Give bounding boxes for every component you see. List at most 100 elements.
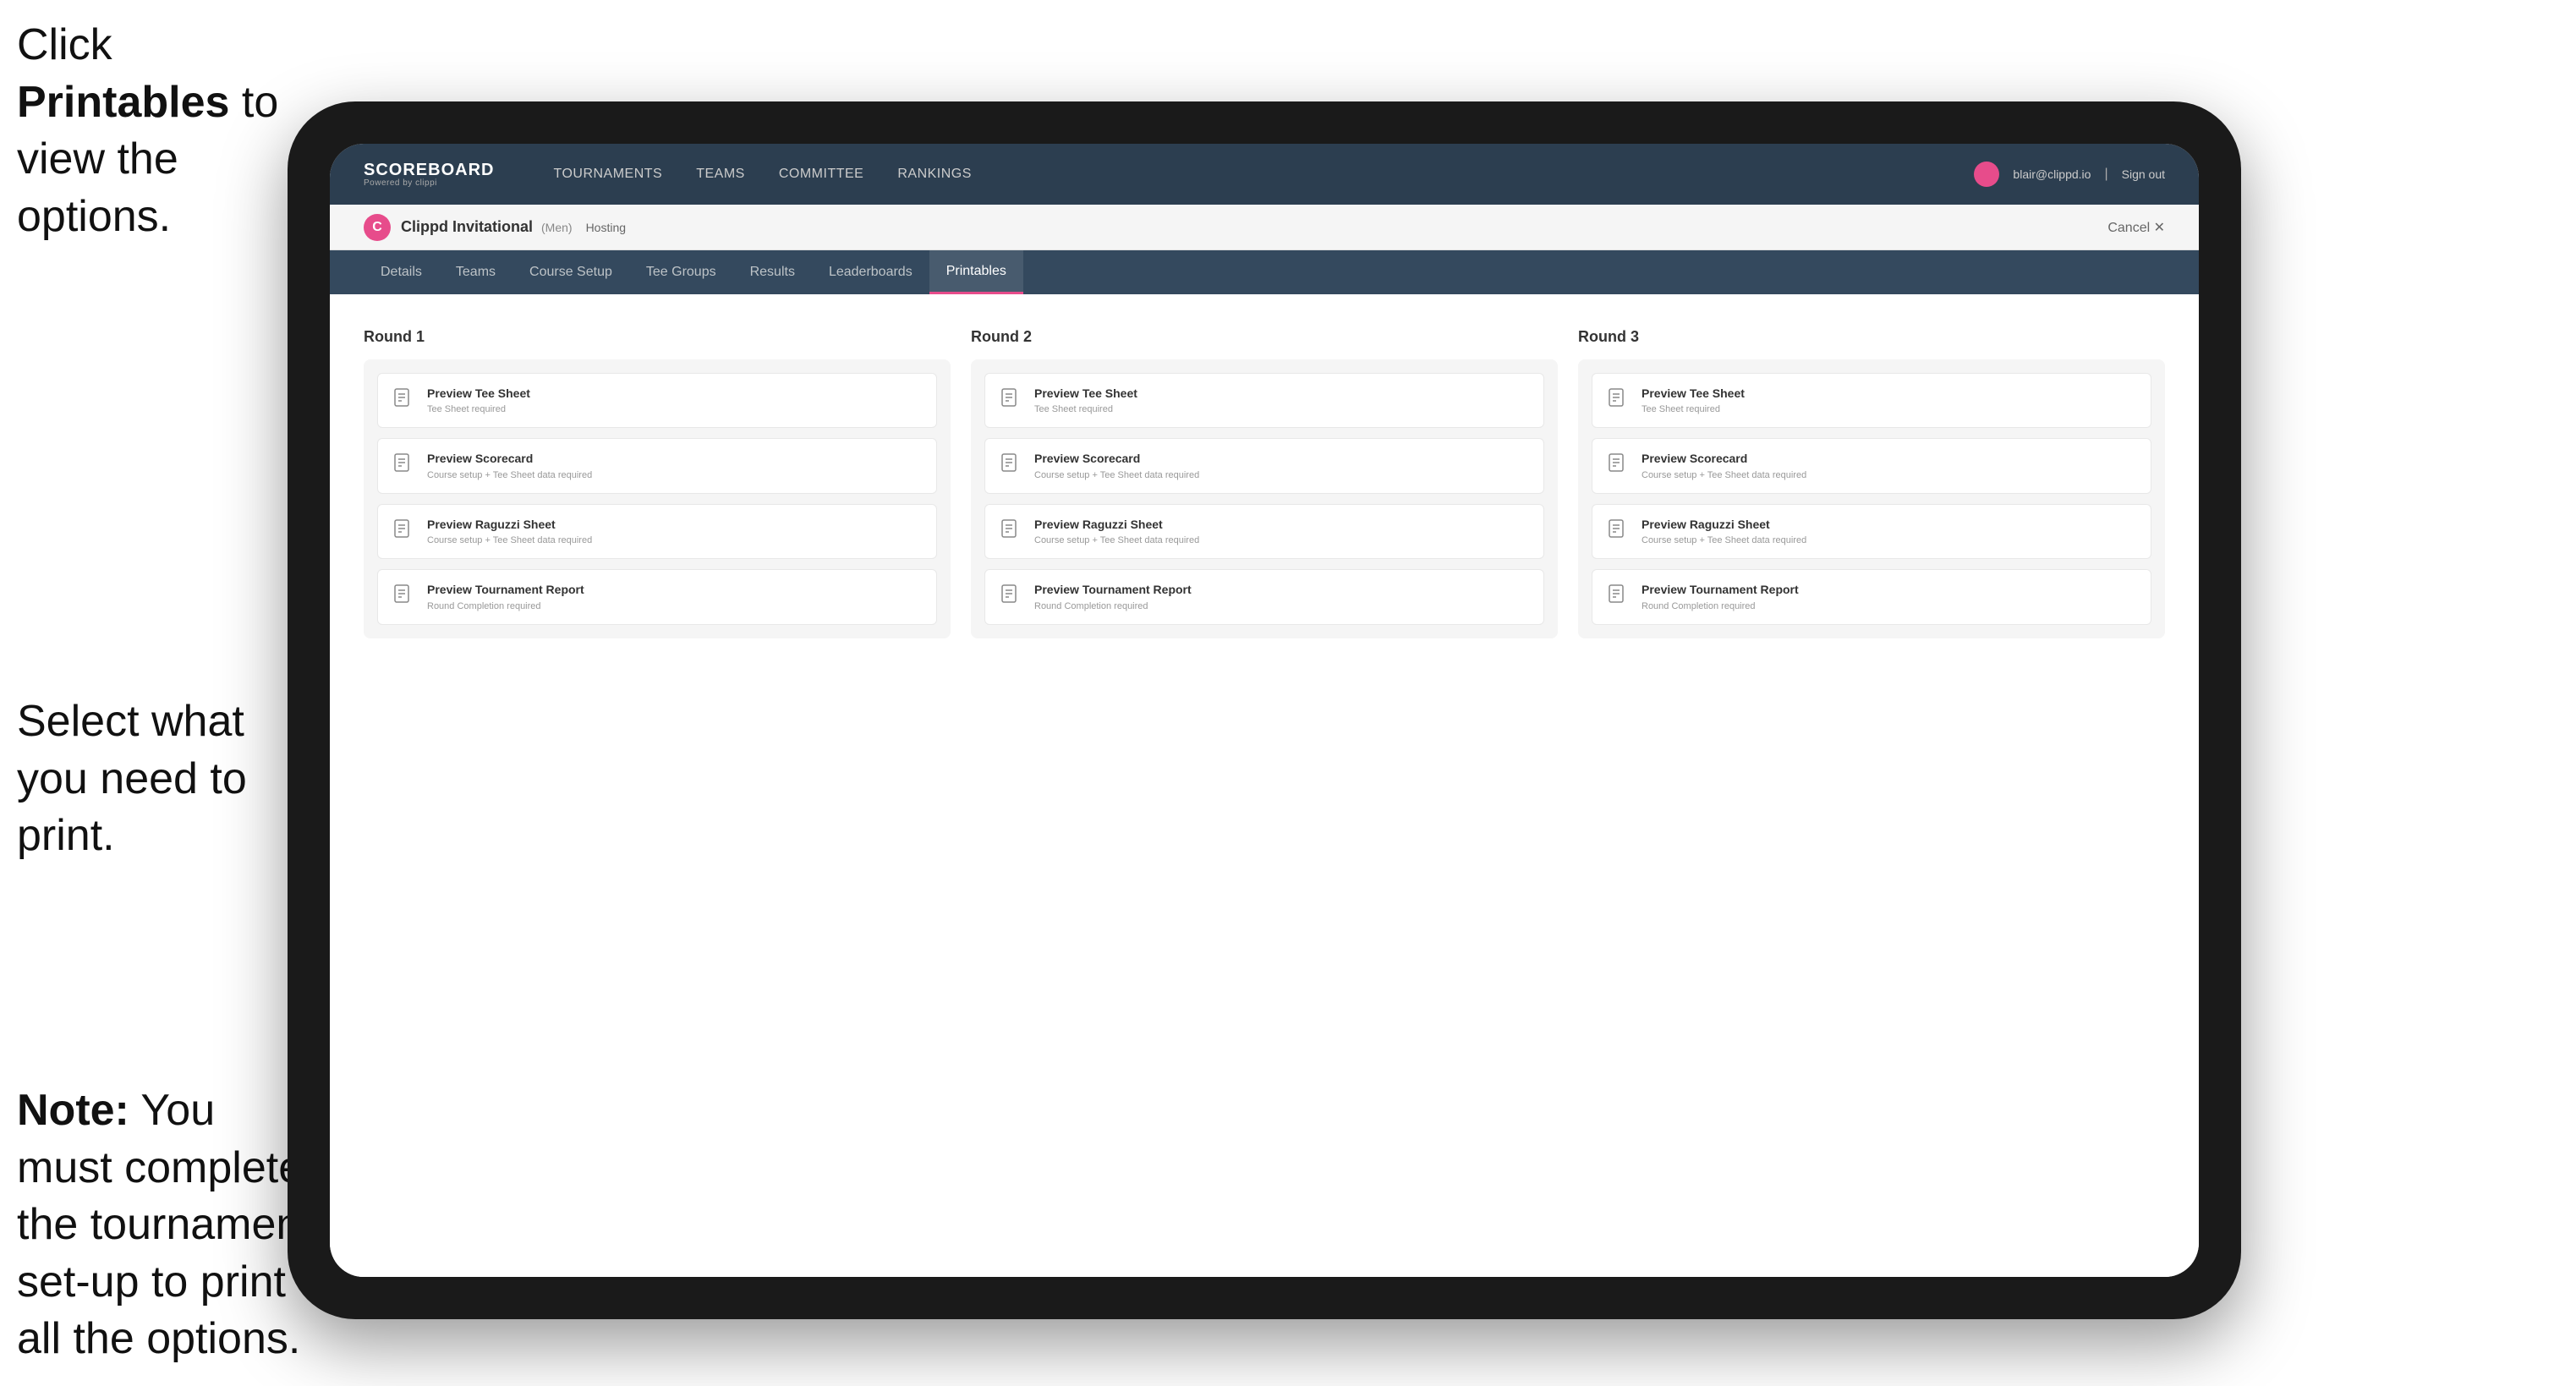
tee-sheet-icon-r1 <box>392 387 415 411</box>
round-1-title: Round 1 <box>364 328 951 346</box>
tournament-logo: C <box>364 214 391 241</box>
scorecard-content-r2: Preview Scorecard Course setup + Tee She… <box>1034 451 1530 480</box>
tournament-subtitle-r3: Round Completion required <box>1642 600 2137 612</box>
tournament-subtitle-r2: Round Completion required <box>1034 600 1530 612</box>
preview-tournament-r3[interactable]: Preview Tournament Report Round Completi… <box>1592 569 2151 624</box>
preview-tee-sheet-r3[interactable]: Preview Tee Sheet Tee Sheet required <box>1592 373 2151 428</box>
raguzzi-icon-r1 <box>392 518 415 542</box>
round-2-column: Round 2 <box>971 328 1558 638</box>
raguzzi-icon-r2 <box>999 518 1022 542</box>
scoreboard-logo: SCOREBOARD Powered by clippi <box>364 162 494 188</box>
preview-raguzzi-r3[interactable]: Preview Raguzzi Sheet Course setup + Tee… <box>1592 504 2151 559</box>
logo-sub: Powered by clippi <box>364 178 494 188</box>
tee-sheet-content-r2: Preview Tee Sheet Tee Sheet required <box>1034 386 1530 415</box>
scorecard-title-r3: Preview Scorecard <box>1642 451 2137 466</box>
user-avatar <box>1974 162 1999 187</box>
round-1-cards: Preview Tee Sheet Tee Sheet required <box>364 359 951 638</box>
annotation-top: Click Printables to view the options. <box>17 17 288 245</box>
tab-course-setup[interactable]: Course Setup <box>512 250 629 294</box>
tee-sheet-subtitle-r1: Tee Sheet required <box>427 403 923 415</box>
tournament-title-r3: Preview Tournament Report <box>1642 582 2137 597</box>
scorecard-subtitle-r1: Course setup + Tee Sheet data required <box>427 469 923 481</box>
preview-raguzzi-r2[interactable]: Preview Raguzzi Sheet Course setup + Tee… <box>984 504 1544 559</box>
logo-title: SCOREBOARD <box>364 162 494 178</box>
raguzzi-subtitle-r3: Course setup + Tee Sheet data required <box>1642 534 2137 546</box>
tournament-content-r1: Preview Tournament Report Round Completi… <box>427 582 923 611</box>
preview-tournament-r1[interactable]: Preview Tournament Report Round Completi… <box>377 569 937 624</box>
nav-link-rankings[interactable]: RANKINGS <box>880 144 989 205</box>
raguzzi-title-r2: Preview Raguzzi Sheet <box>1034 517 1530 532</box>
annotation-top-bold: Printables <box>17 78 229 127</box>
nav-link-teams[interactable]: TEAMS <box>679 144 762 205</box>
preview-raguzzi-r1[interactable]: Preview Raguzzi Sheet Course setup + Tee… <box>377 504 937 559</box>
tee-sheet-icon-r3 <box>1606 387 1630 411</box>
preview-tournament-r2[interactable]: Preview Tournament Report Round Completi… <box>984 569 1544 624</box>
scorecard-subtitle-r2: Course setup + Tee Sheet data required <box>1034 469 1530 481</box>
nav-link-committee[interactable]: COMMITTEE <box>762 144 881 205</box>
user-email: blair@clippd.io <box>2013 167 2091 181</box>
scorecard-content-r1: Preview Scorecard Course setup + Tee She… <box>427 451 923 480</box>
tee-sheet-subtitle-r2: Tee Sheet required <box>1034 403 1530 415</box>
raguzzi-icon-r3 <box>1606 518 1630 542</box>
tee-sheet-subtitle-r3: Tee Sheet required <box>1642 403 2137 415</box>
tee-sheet-content-r3: Preview Tee Sheet Tee Sheet required <box>1642 386 2137 415</box>
tee-sheet-icon-r2 <box>999 387 1022 411</box>
round-3-title: Round 3 <box>1578 328 2165 346</box>
tournament-content-r2: Preview Tournament Report Round Completi… <box>1034 582 1530 611</box>
top-nav-right: blair@clippd.io | Sign out <box>1974 162 2165 187</box>
preview-scorecard-r3[interactable]: Preview Scorecard Course setup + Tee She… <box>1592 438 2151 493</box>
tournament-title-r1: Preview Tournament Report <box>427 582 923 597</box>
raguzzi-content-r2: Preview Raguzzi Sheet Course setup + Tee… <box>1034 517 1530 546</box>
tournament-name: Clippd Invitational <box>401 218 533 236</box>
round-3-cards: Preview Tee Sheet Tee Sheet required <box>1578 359 2165 638</box>
tab-tee-groups[interactable]: Tee Groups <box>629 250 733 294</box>
sign-out-link[interactable]: Sign out <box>2122 167 2165 181</box>
tab-results[interactable]: Results <box>733 250 812 294</box>
tee-sheet-title-r2: Preview Tee Sheet <box>1034 386 1530 401</box>
sub-nav: Details Teams Course Setup Tee Groups Re… <box>330 250 2199 294</box>
raguzzi-subtitle-r1: Course setup + Tee Sheet data required <box>427 534 923 546</box>
rounds-grid: Round 1 <box>364 328 2165 638</box>
tab-details[interactable]: Details <box>364 250 439 294</box>
scorecard-subtitle-r3: Course setup + Tee Sheet data required <box>1642 469 2137 481</box>
tablet-frame: SCOREBOARD Powered by clippi TOURNAMENTS… <box>288 101 2241 1319</box>
scorecard-icon-r2 <box>999 452 1022 476</box>
annotation-bottom: Note: You must complete the tournament s… <box>17 1082 321 1368</box>
tournament-icon-r3 <box>1606 583 1630 607</box>
tee-sheet-title-r1: Preview Tee Sheet <box>427 386 923 401</box>
scorecard-content-r3: Preview Scorecard Course setup + Tee She… <box>1642 451 2137 480</box>
preview-scorecard-r1[interactable]: Preview Scorecard Course setup + Tee She… <box>377 438 937 493</box>
tournament-icon-r1 <box>392 583 415 607</box>
tournament-bar: C Clippd Invitational (Men) Hosting Canc… <box>330 205 2199 250</box>
raguzzi-subtitle-r2: Course setup + Tee Sheet data required <box>1034 534 1530 546</box>
tab-leaderboards[interactable]: Leaderboards <box>812 250 929 294</box>
scorecard-icon-r3 <box>1606 452 1630 476</box>
preview-tee-sheet-r2[interactable]: Preview Tee Sheet Tee Sheet required <box>984 373 1544 428</box>
preview-scorecard-r2[interactable]: Preview Scorecard Course setup + Tee She… <box>984 438 1544 493</box>
raguzzi-title-r3: Preview Raguzzi Sheet <box>1642 517 2137 532</box>
cancel-button[interactable]: Cancel ✕ <box>2107 219 2165 236</box>
round-2-title: Round 2 <box>971 328 1558 346</box>
raguzzi-content-r1: Preview Raguzzi Sheet Course setup + Tee… <box>427 517 923 546</box>
raguzzi-title-r1: Preview Raguzzi Sheet <box>427 517 923 532</box>
annotation-middle: Select what you need to print. <box>17 693 304 865</box>
round-2-cards: Preview Tee Sheet Tee Sheet required <box>971 359 1558 638</box>
nav-link-tournaments[interactable]: TOURNAMENTS <box>536 144 679 205</box>
top-nav: SCOREBOARD Powered by clippi TOURNAMENTS… <box>330 144 2199 205</box>
scorecard-title-r1: Preview Scorecard <box>427 451 923 466</box>
scorecard-title-r2: Preview Scorecard <box>1034 451 1530 466</box>
main-content: Round 1 <box>330 294 2199 1277</box>
raguzzi-content-r3: Preview Raguzzi Sheet Course setup + Tee… <box>1642 517 2137 546</box>
tablet-screen: SCOREBOARD Powered by clippi TOURNAMENTS… <box>330 144 2199 1277</box>
annotation-bottom-note: Note: <box>17 1086 129 1135</box>
scorecard-icon-r1 <box>392 452 415 476</box>
tab-printables[interactable]: Printables <box>929 250 1023 294</box>
tee-sheet-content-r1: Preview Tee Sheet Tee Sheet required <box>427 386 923 415</box>
preview-tee-sheet-r1[interactable]: Preview Tee Sheet Tee Sheet required <box>377 373 937 428</box>
tournament-icon-r2 <box>999 583 1022 607</box>
tournament-subtitle-r1: Round Completion required <box>427 600 923 612</box>
tournament-status: Hosting <box>586 221 626 234</box>
tab-teams[interactable]: Teams <box>439 250 512 294</box>
tournament-content-r3: Preview Tournament Report Round Completi… <box>1642 582 2137 611</box>
tournament-title-r2: Preview Tournament Report <box>1034 582 1530 597</box>
